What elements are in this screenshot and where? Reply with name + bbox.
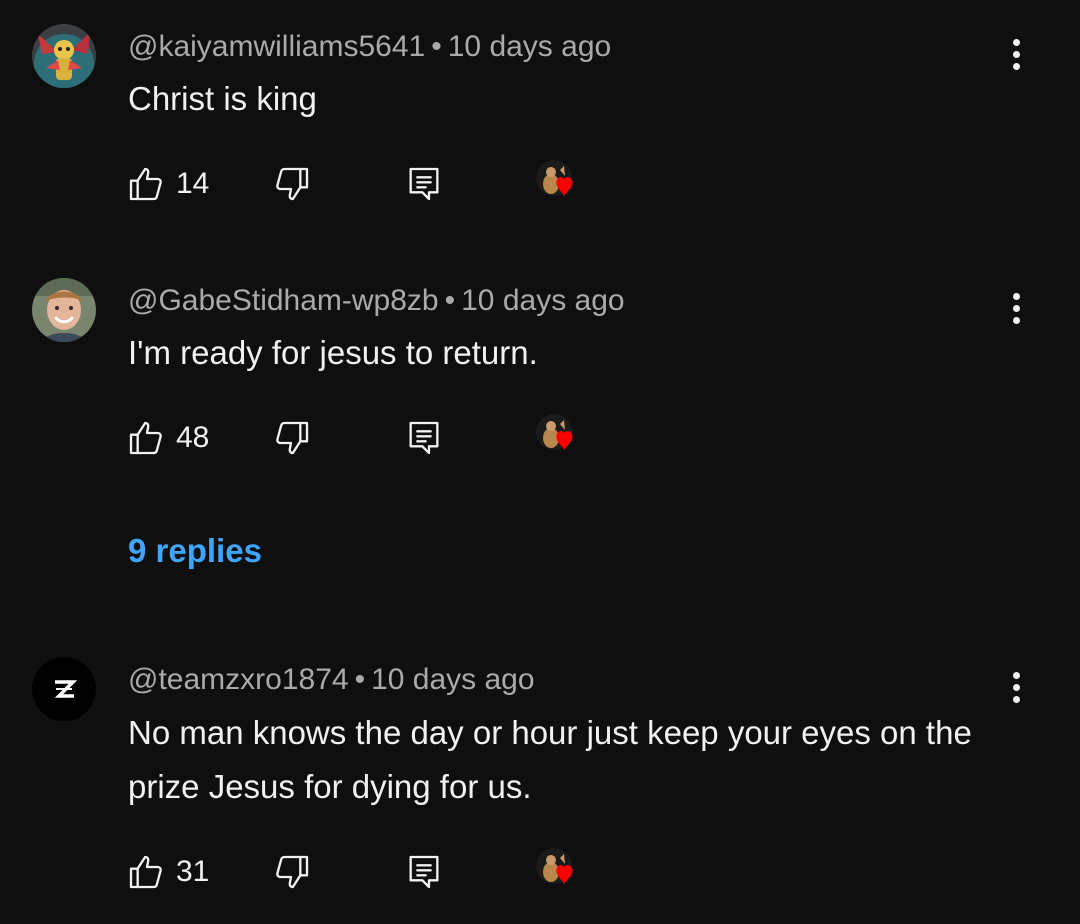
reply-button[interactable] bbox=[404, 849, 444, 895]
more-options-button[interactable] bbox=[996, 665, 1036, 709]
like-count: 31 bbox=[176, 855, 210, 888]
thumbs-up-icon bbox=[129, 855, 162, 889]
dislike-button[interactable] bbox=[272, 849, 312, 895]
like-count: 48 bbox=[176, 421, 210, 454]
comment-text: Christ is king bbox=[128, 80, 317, 117]
comment-text: I'm ready for jesus to return. bbox=[128, 334, 538, 371]
creator-heart-icon bbox=[536, 848, 573, 885]
creator-heart bbox=[534, 414, 590, 461]
thumbs-down-icon bbox=[276, 421, 309, 455]
thumbs-down-icon bbox=[276, 167, 309, 201]
comment-author-handle[interactable]: @teamzxro1874 bbox=[128, 663, 349, 696]
comment-meta: @GabeStidham-wp8zb • 10 days ago bbox=[128, 283, 625, 319]
reply-button[interactable] bbox=[404, 161, 444, 207]
meta-separator: • bbox=[431, 30, 442, 63]
reply-button[interactable] bbox=[404, 415, 444, 461]
dot bbox=[1012, 38, 1020, 46]
comment-timestamp[interactable]: 10 days ago bbox=[461, 284, 624, 317]
dot bbox=[1012, 695, 1020, 703]
thumbs-up-icon bbox=[129, 167, 162, 201]
more-options-button[interactable] bbox=[996, 32, 1036, 76]
comment-timestamp[interactable]: 10 days ago bbox=[371, 663, 534, 696]
comment-timestamp[interactable]: 10 days ago bbox=[448, 30, 611, 63]
dot bbox=[1012, 683, 1020, 691]
comment-author-handle[interactable]: @GabeStidham-wp8zb bbox=[128, 284, 439, 317]
comment-actions: 31 bbox=[126, 848, 606, 895]
creator-heart-icon bbox=[536, 160, 573, 197]
avatar[interactable] bbox=[32, 24, 96, 88]
more-options-button[interactable] bbox=[996, 286, 1036, 330]
meta-separator: • bbox=[354, 663, 366, 696]
creator-heart bbox=[534, 848, 590, 895]
view-replies-button[interactable]: 9 replies bbox=[128, 531, 262, 571]
dot bbox=[1012, 292, 1020, 300]
creator-heart-icon bbox=[536, 414, 573, 451]
comment-actions: 48 bbox=[126, 414, 606, 461]
character-avatar-icon bbox=[32, 24, 96, 88]
meta-separator: • bbox=[444, 284, 456, 317]
creator-heart bbox=[534, 160, 590, 207]
z-logo-avatar-icon bbox=[32, 657, 96, 721]
person-photo-avatar-icon bbox=[32, 278, 96, 342]
comment-actions: 14 bbox=[126, 160, 606, 207]
reply-comment-icon bbox=[409, 167, 439, 201]
reply-comment-icon bbox=[409, 855, 439, 889]
dot bbox=[1012, 316, 1020, 324]
dislike-button[interactable] bbox=[272, 415, 312, 461]
thumbs-down-icon bbox=[276, 855, 309, 889]
thumbs-up-icon bbox=[129, 421, 162, 455]
like-button[interactable]: 48 bbox=[126, 415, 209, 461]
comment-meta: @kaiyamwilliams5641 • 10 days ago bbox=[128, 29, 611, 65]
comment-text: No man knows the day or hour just keep y… bbox=[128, 714, 972, 805]
dot bbox=[1012, 671, 1020, 679]
avatar[interactable] bbox=[32, 278, 96, 342]
dislike-button[interactable] bbox=[272, 161, 312, 207]
like-button[interactable]: 14 bbox=[126, 161, 209, 207]
dot bbox=[1012, 62, 1020, 70]
dot bbox=[1012, 304, 1020, 312]
dot bbox=[1012, 50, 1020, 58]
like-button[interactable]: 31 bbox=[126, 849, 209, 895]
reply-comment-icon bbox=[409, 421, 439, 455]
comment-meta: @teamzxro1874 • 10 days ago bbox=[128, 662, 535, 698]
avatar[interactable] bbox=[32, 657, 96, 721]
comment-author-handle[interactable]: @kaiyamwilliams5641 bbox=[128, 30, 425, 63]
like-count: 14 bbox=[176, 167, 210, 200]
